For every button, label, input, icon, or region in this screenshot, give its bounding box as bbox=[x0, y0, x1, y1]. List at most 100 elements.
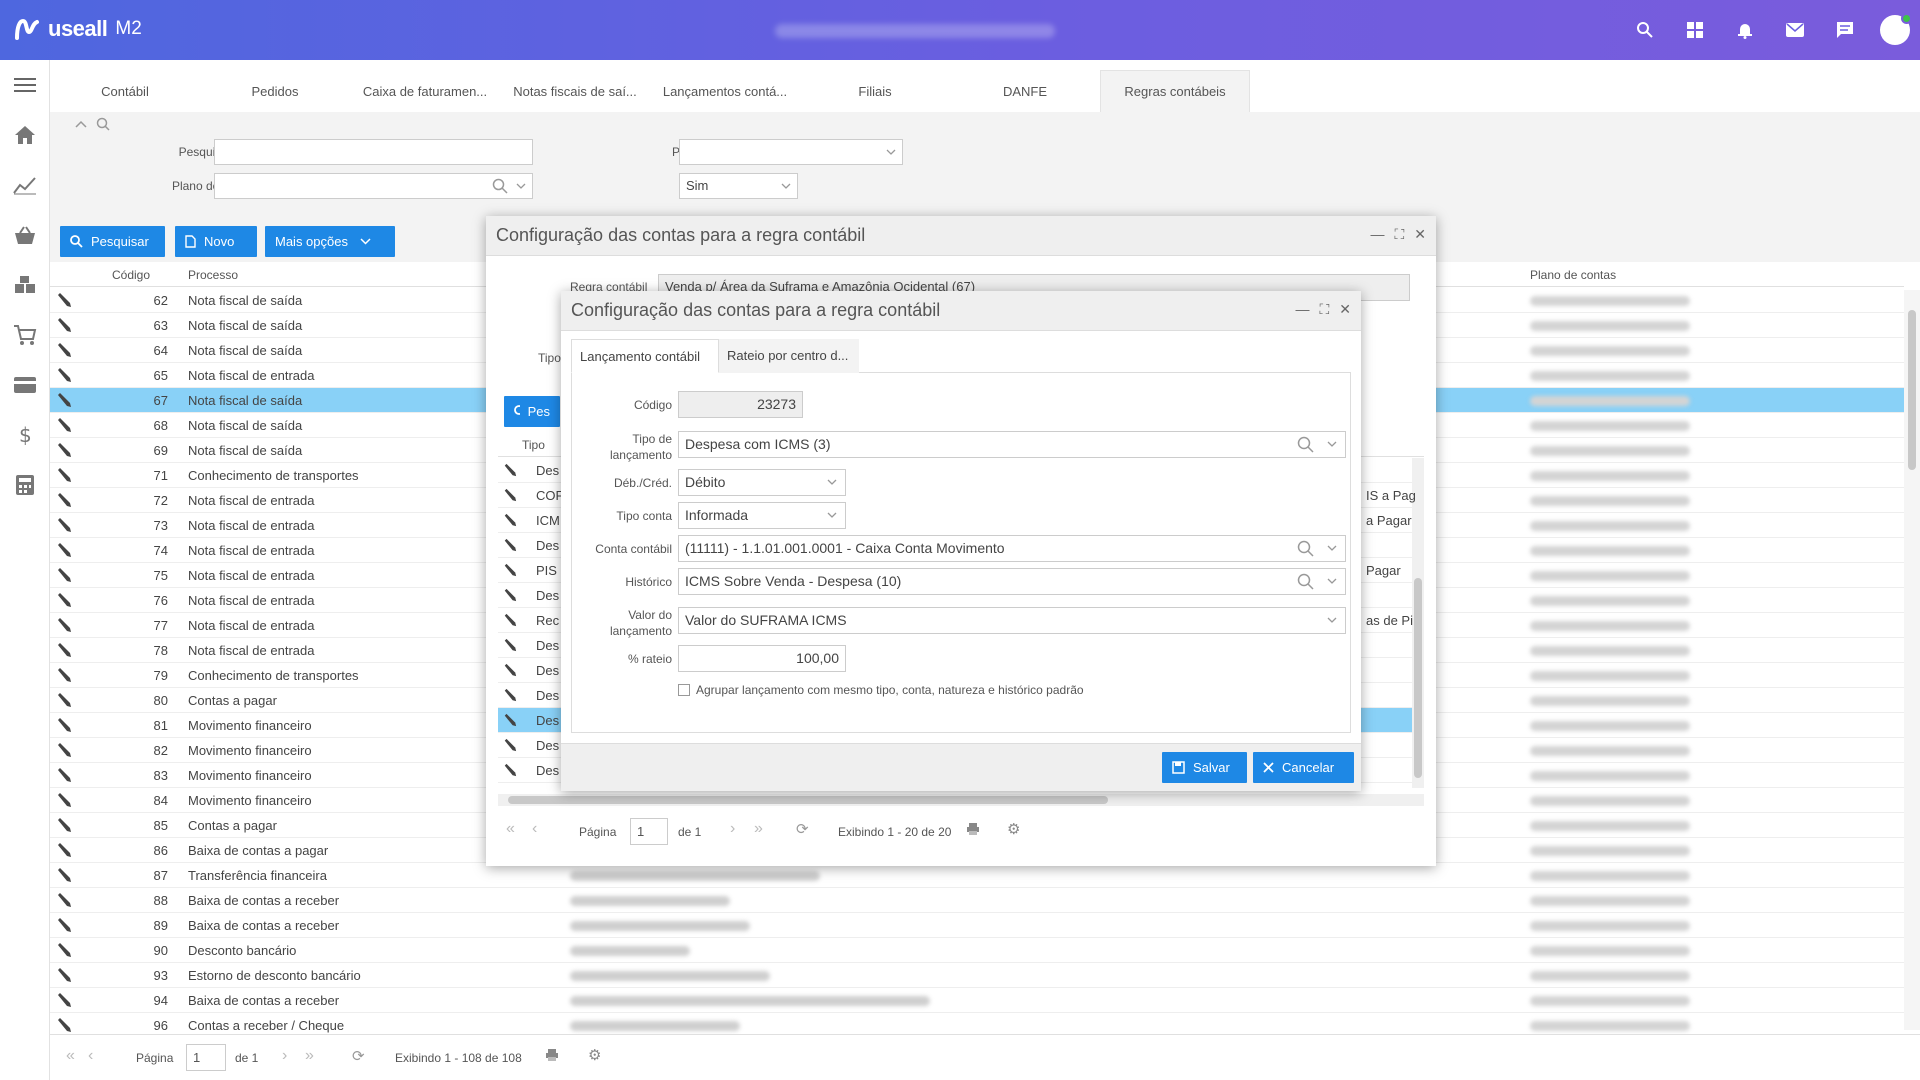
edit-pencil-icon[interactable] bbox=[56, 867, 72, 886]
tab-pedidos[interactable]: Pedidos bbox=[200, 70, 350, 112]
cancel-button[interactable]: Cancelar bbox=[1253, 752, 1354, 783]
save-button[interactable]: Salvar bbox=[1162, 752, 1247, 783]
credit-card-icon[interactable] bbox=[0, 360, 50, 410]
edit-pencil-icon[interactable] bbox=[56, 617, 72, 636]
edit-pencil-icon[interactable] bbox=[503, 588, 517, 605]
tab-rateio-centro[interactable]: Rateio por centro d... bbox=[719, 339, 859, 373]
home-icon[interactable] bbox=[0, 110, 50, 160]
chevron-down-icon[interactable] bbox=[516, 183, 526, 189]
outer-grid-vscroll[interactable] bbox=[1412, 458, 1424, 788]
historico-combo[interactable]: ICMS Sobre Venda - Despesa (10) bbox=[678, 568, 1346, 595]
settings-gears-icon[interactable]: ⚙ bbox=[588, 1046, 601, 1064]
tipo-search-icon[interactable] bbox=[1297, 436, 1315, 454]
edit-pencil-icon[interactable] bbox=[56, 792, 72, 811]
process-select[interactable] bbox=[679, 139, 903, 165]
edit-pencil-icon[interactable] bbox=[56, 892, 72, 911]
next-page-icon[interactable]: › bbox=[282, 1047, 287, 1065]
maximize-icon[interactable]: ⛶ bbox=[1319, 301, 1329, 318]
edit-pencil-icon[interactable] bbox=[56, 1017, 72, 1034]
calculator-icon[interactable] bbox=[0, 460, 50, 510]
last-page-icon[interactable]: » bbox=[754, 820, 763, 838]
tab-danfe[interactable]: DANFE bbox=[950, 70, 1100, 112]
historico-search-icon[interactable] bbox=[1297, 573, 1315, 591]
edit-pencil-icon[interactable] bbox=[56, 417, 72, 436]
table-row[interactable]: 87 Transferência financeira bbox=[50, 863, 1904, 888]
edit-pencil-icon[interactable] bbox=[56, 917, 72, 936]
edit-pencil-icon[interactable] bbox=[56, 467, 72, 486]
rateio-input[interactable]: 100,00 bbox=[678, 645, 846, 672]
tab-contabil[interactable]: Contábil bbox=[50, 70, 200, 112]
edit-pencil-icon[interactable] bbox=[56, 567, 72, 586]
tab-lancamento-contabil[interactable]: Lançamento contábil bbox=[571, 339, 719, 373]
edit-pencil-icon[interactable] bbox=[503, 613, 517, 630]
dollar-icon[interactable]: $ bbox=[0, 410, 50, 460]
edit-pencil-icon[interactable] bbox=[56, 642, 72, 661]
tab-lancamentos-contabeis[interactable]: Lançamentos contá... bbox=[650, 70, 800, 112]
edit-pencil-icon[interactable] bbox=[56, 542, 72, 561]
more-options-button[interactable]: Mais opções bbox=[265, 226, 395, 257]
edit-pencil-icon[interactable] bbox=[56, 817, 72, 836]
grid-vertical-scrollbar[interactable] bbox=[1904, 290, 1920, 1030]
print-icon[interactable] bbox=[966, 822, 980, 838]
edit-pencil-icon[interactable] bbox=[503, 463, 517, 480]
conta-search-icon[interactable] bbox=[1297, 540, 1315, 558]
edit-pencil-icon[interactable] bbox=[503, 763, 517, 780]
tipo-conta-select[interactable]: Informada bbox=[678, 502, 846, 529]
refresh-icon[interactable]: ⟳ bbox=[352, 1047, 365, 1065]
table-row[interactable]: 90 Desconto bancário bbox=[50, 938, 1904, 963]
col-header-process[interactable]: Processo bbox=[188, 268, 238, 282]
active-select[interactable]: Sim bbox=[679, 173, 798, 199]
conta-contabil-combo[interactable]: (11111) - 1.1.01.001.0001 - Caixa Conta … bbox=[678, 535, 1346, 562]
apps-grid-icon[interactable] bbox=[1670, 0, 1720, 60]
first-page-icon[interactable]: « bbox=[506, 820, 515, 838]
edit-pencil-icon[interactable] bbox=[56, 992, 72, 1011]
debcred-select[interactable]: Débito bbox=[678, 469, 846, 496]
edit-pencil-icon[interactable] bbox=[503, 488, 517, 505]
tipo-lancamento-combo[interactable]: Despesa com ICMS (3) bbox=[678, 431, 1346, 458]
close-icon[interactable]: ✕ bbox=[1414, 226, 1426, 243]
edit-pencil-icon[interactable] bbox=[503, 538, 517, 555]
menu-hamburger-icon[interactable] bbox=[0, 60, 50, 110]
outer-grid-hscroll[interactable] bbox=[498, 794, 1424, 806]
col-header-plan[interactable]: Plano de contas bbox=[1530, 268, 1616, 282]
prev-page-icon[interactable]: ‹ bbox=[88, 1047, 93, 1065]
tab-caixa-faturamento[interactable]: Caixa de faturamen... bbox=[350, 70, 500, 112]
edit-pencil-icon[interactable] bbox=[56, 492, 72, 511]
edit-pencil-icon[interactable] bbox=[56, 317, 72, 336]
table-row[interactable]: 93 Estorno de desconto bancário bbox=[50, 963, 1904, 988]
chevron-down-icon[interactable] bbox=[1327, 545, 1337, 551]
edit-pencil-icon[interactable] bbox=[56, 717, 72, 736]
next-page-icon[interactable]: › bbox=[730, 820, 735, 838]
brand-logo[interactable]: useall M2 bbox=[14, 16, 142, 42]
edit-pencil-icon[interactable] bbox=[56, 342, 72, 361]
table-row[interactable]: 88 Baixa de contas a receber bbox=[50, 888, 1904, 913]
close-icon[interactable]: ✕ bbox=[1339, 301, 1351, 318]
edit-pencil-icon[interactable] bbox=[56, 292, 72, 311]
edit-pencil-icon[interactable] bbox=[503, 513, 517, 530]
new-button[interactable]: Novo bbox=[175, 226, 257, 257]
edit-pencil-icon[interactable] bbox=[503, 638, 517, 655]
mail-icon[interactable] bbox=[1770, 0, 1820, 60]
valor-lancamento-select[interactable]: Valor do SUFRAMA ICMS bbox=[678, 607, 1346, 634]
search-icon[interactable] bbox=[1620, 0, 1670, 60]
chevron-down-icon[interactable] bbox=[1327, 441, 1337, 447]
maximize-icon[interactable]: ⛶ bbox=[1394, 226, 1404, 243]
edit-pencil-icon[interactable] bbox=[56, 842, 72, 861]
edit-pencil-icon[interactable] bbox=[56, 592, 72, 611]
col-header-type[interactable]: Tipo bbox=[522, 438, 545, 452]
table-row[interactable]: 89 Baixa de contas a receber bbox=[50, 913, 1904, 938]
first-page-icon[interactable]: « bbox=[66, 1047, 75, 1065]
plan-combo[interactable] bbox=[214, 173, 533, 199]
edit-pencil-icon[interactable] bbox=[56, 767, 72, 786]
last-page-icon[interactable]: » bbox=[305, 1047, 314, 1065]
search-button[interactable]: Pesquisar bbox=[60, 226, 165, 257]
tab-regras-contabeis[interactable]: Regras contábeis bbox=[1100, 70, 1250, 112]
prev-page-icon[interactable]: ‹ bbox=[532, 820, 537, 838]
tab-filiais[interactable]: Filiais bbox=[800, 70, 950, 112]
edit-pencil-icon[interactable] bbox=[56, 367, 72, 386]
user-avatar[interactable] bbox=[1880, 13, 1912, 45]
edit-pencil-icon[interactable] bbox=[56, 742, 72, 761]
agrupar-checkbox[interactable] bbox=[678, 684, 690, 696]
chevron-down-icon[interactable] bbox=[1327, 578, 1337, 584]
minimize-icon[interactable]: — bbox=[1370, 226, 1384, 243]
